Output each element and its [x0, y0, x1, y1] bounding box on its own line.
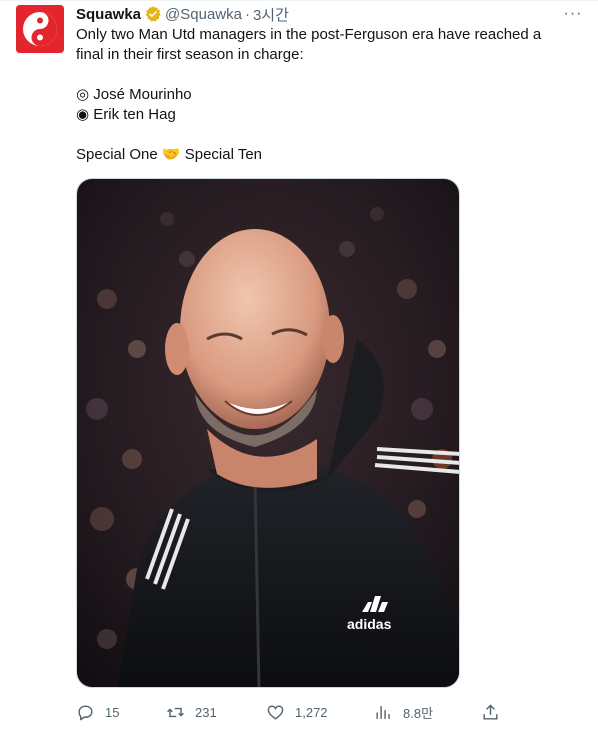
tweet-text-line: ◉ Erik ten Hag	[76, 106, 176, 123]
tweet-text: Only two Man Utd managers in the post-Fe…	[76, 25, 576, 165]
retweet-button[interactable]: 231	[166, 701, 217, 723]
avatar[interactable]	[16, 5, 64, 53]
share-icon	[483, 703, 498, 720]
tweet-header: Squawka @Squawka · 3시간	[76, 4, 289, 24]
more-icon[interactable]: ···	[562, 3, 584, 25]
views-count: 8.8만	[403, 705, 434, 721]
tweet-text-line: final in their first season in charge:	[76, 46, 304, 63]
action-bar: 15 231 1,272 8.8만	[76, 701, 516, 723]
verified-badge-icon	[145, 6, 161, 22]
tweet-text-line: ◎ José Mourinho	[76, 86, 192, 103]
reply-icon	[78, 704, 93, 720]
handle[interactable]: @Squawka	[165, 6, 242, 23]
views-button[interactable]: 8.8만	[374, 701, 433, 723]
tweet-photo[interactable]: adidas	[76, 178, 460, 688]
tweet-text-line: Special One 🤝 Special Ten	[76, 146, 263, 163]
like-icon	[267, 704, 284, 720]
timestamp[interactable]: 3시간	[253, 4, 289, 25]
reply-count: 15	[105, 704, 120, 720]
squawka-logo-icon	[16, 5, 64, 53]
reply-button[interactable]: 15	[76, 701, 119, 723]
views-icon	[376, 705, 390, 719]
display-name[interactable]: Squawka	[76, 6, 141, 23]
share-button[interactable]	[481, 701, 510, 723]
tweet: Squawka @Squawka · 3시간 ··· Only two Man …	[0, 0, 598, 735]
svg-text:adidas: adidas	[347, 616, 392, 632]
retweet-count: 231	[195, 704, 217, 720]
like-button[interactable]: 1,272	[266, 701, 328, 723]
retweet-icon	[167, 707, 184, 717]
separator: ·	[244, 5, 250, 23]
manager-portrait-image: adidas	[77, 179, 459, 687]
like-count: 1,272	[295, 704, 328, 720]
tweet-text-line: Only two Man Utd managers in the post-Fe…	[76, 26, 542, 43]
